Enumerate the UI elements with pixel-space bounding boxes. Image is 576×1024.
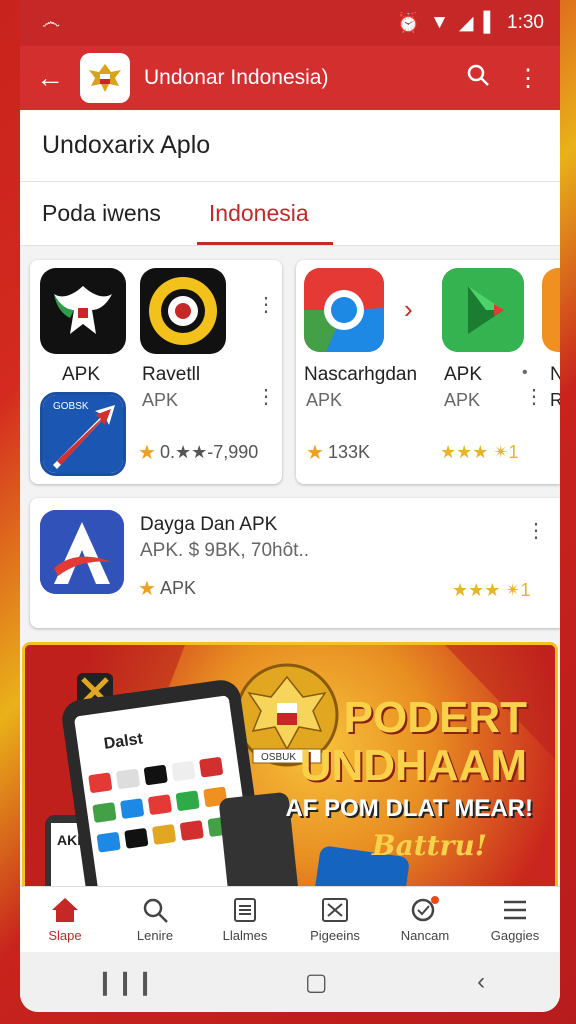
status-bar: ෴ ⏰ ▼ ◢ ▌ 1:30 bbox=[20, 0, 560, 46]
app-type: APK bbox=[444, 390, 481, 410]
nav-box[interactable]: Pigeeins bbox=[290, 887, 380, 952]
more-vert-icon[interactable]: ⋮ bbox=[510, 64, 546, 93]
section-title: Undoxarix Aplo bbox=[20, 110, 560, 182]
more-vert-icon[interactable]: ⋮ bbox=[256, 387, 276, 407]
rating: ★ APK bbox=[138, 578, 196, 600]
app-type: R bbox=[550, 390, 560, 410]
banner-headline-1: PODERT bbox=[343, 693, 527, 742]
a-app-icon[interactable] bbox=[40, 510, 124, 594]
home-button-icon[interactable]: ▢ bbox=[305, 968, 328, 997]
app-details: APK. $ 9BK, 70hôt.. bbox=[140, 540, 309, 561]
alarm-icon: ⏰ bbox=[396, 13, 421, 34]
star-icon: ★ bbox=[138, 578, 156, 600]
svg-text:GOBSK: GOBSK bbox=[53, 401, 89, 412]
system-navigation: ❙❙❙ ▢ ‹ bbox=[20, 952, 560, 1012]
app-card-wide[interactable]: Dayga Dan APK APK. $ 9BK, 70hôt.. ⋮ ★ AP… bbox=[30, 498, 560, 628]
clock: 1:30 bbox=[507, 12, 544, 33]
search-icon bbox=[141, 896, 169, 924]
rating-stars: ★★★ ✴1 bbox=[452, 580, 531, 600]
signal-icon: ◢ bbox=[458, 12, 474, 34]
rating: ★ 0.★★-7,990 bbox=[138, 442, 259, 464]
nav-list[interactable]: Llalmes bbox=[200, 887, 290, 952]
partial-app-icon[interactable] bbox=[542, 268, 560, 352]
banner-headline-2: UNDHAAM bbox=[299, 741, 527, 790]
app-name: APK bbox=[62, 364, 101, 385]
app-card-left[interactable]: ⋮ APK Ravetll APK ⋮ GOBSK ★ 0.★★-7,990 bbox=[30, 260, 282, 484]
app-title: Undonar Indonesia) bbox=[144, 66, 329, 89]
home-icon bbox=[50, 896, 80, 924]
menu-icon bbox=[501, 896, 529, 924]
garuda-logo-icon bbox=[89, 64, 121, 92]
star-icon: ★ bbox=[306, 442, 324, 464]
chat-icon bbox=[409, 896, 441, 924]
app-type: APK bbox=[142, 390, 179, 410]
tab-poda-iwens[interactable]: Poda iwens bbox=[42, 182, 161, 245]
garuda-app-icon[interactable] bbox=[40, 268, 126, 354]
nav-chat[interactable]: Nancam bbox=[380, 887, 470, 952]
more-vert-icon[interactable]: ⋮ bbox=[524, 387, 544, 407]
chevron-right-icon[interactable]: › bbox=[404, 294, 413, 325]
bottom-navigation: Slape Lenire Llalmes Pigeeins Nancam Gag… bbox=[20, 886, 560, 952]
nav-search[interactable]: Lenire bbox=[110, 887, 200, 952]
app-type: APK bbox=[306, 390, 343, 410]
wifi-icon: ▼ bbox=[430, 12, 449, 33]
back-arrow-icon[interactable]: ← bbox=[34, 62, 66, 94]
recents-icon[interactable]: ❙❙❙ bbox=[95, 968, 155, 997]
phone-screen: ෴ ⏰ ▼ ◢ ▌ 1:30 ← Undonar Indonesia) ⋮ Un… bbox=[20, 0, 560, 1012]
android-icon: • bbox=[522, 364, 528, 381]
app-list: ⋮ APK Ravetll APK ⋮ GOBSK ★ 0.★★-7,990 ›… bbox=[20, 246, 560, 886]
status-icons: ⏰ ▼ ◢ ▌ 1:30 bbox=[396, 11, 544, 35]
arrow-app-icon[interactable]: GOBSK bbox=[40, 392, 126, 476]
back-icon[interactable]: ‹ bbox=[477, 968, 485, 996]
svg-text:OSBUK: OSBUK bbox=[261, 752, 296, 763]
more-vert-icon[interactable]: ⋮ bbox=[526, 521, 546, 541]
banner-script: Battru! bbox=[371, 829, 487, 862]
notification-icon: ෴ bbox=[42, 12, 61, 33]
banner-tagline: AF POM DLAT MEAR! bbox=[285, 795, 533, 822]
box-icon bbox=[320, 896, 350, 924]
search-icon[interactable] bbox=[460, 63, 496, 94]
list-icon bbox=[231, 896, 259, 924]
tab-indonesia[interactable]: Indonesia bbox=[196, 182, 333, 245]
more-vert-icon[interactable]: ⋮ bbox=[256, 295, 276, 315]
battery-icon: ▌ bbox=[483, 12, 498, 33]
rating: ★ 133K bbox=[306, 442, 370, 464]
rating-stars: ★★★ ✴1 bbox=[440, 442, 519, 462]
target-app-icon[interactable] bbox=[140, 268, 226, 354]
browser-app-icon[interactable] bbox=[304, 268, 384, 352]
app-name: Nascarhgdan bbox=[304, 364, 418, 385]
tab-bar: Poda iwens Indonesia bbox=[20, 182, 560, 246]
app-name: N bbox=[550, 364, 560, 385]
app-name: Ravetll bbox=[142, 364, 201, 385]
app-card-right[interactable]: › Nascarhgdan APK APK APK • ⋮ N R ★ 133K bbox=[296, 260, 560, 484]
promo-banner[interactable]: OSBUK AKK Dalst PODERT UNDHAAM AF POM DL… bbox=[22, 642, 558, 886]
app-bar: ← Undonar Indonesia) ⋮ bbox=[20, 46, 560, 110]
nav-menu[interactable]: Gaggies bbox=[470, 887, 560, 952]
play-app-icon[interactable] bbox=[442, 268, 524, 352]
app-name: APK bbox=[444, 364, 483, 385]
app-name: Dayga Dan APK bbox=[140, 514, 278, 535]
app-logo bbox=[80, 53, 130, 103]
star-icon: ★ bbox=[138, 442, 156, 464]
nav-home[interactable]: Slape bbox=[20, 887, 110, 952]
